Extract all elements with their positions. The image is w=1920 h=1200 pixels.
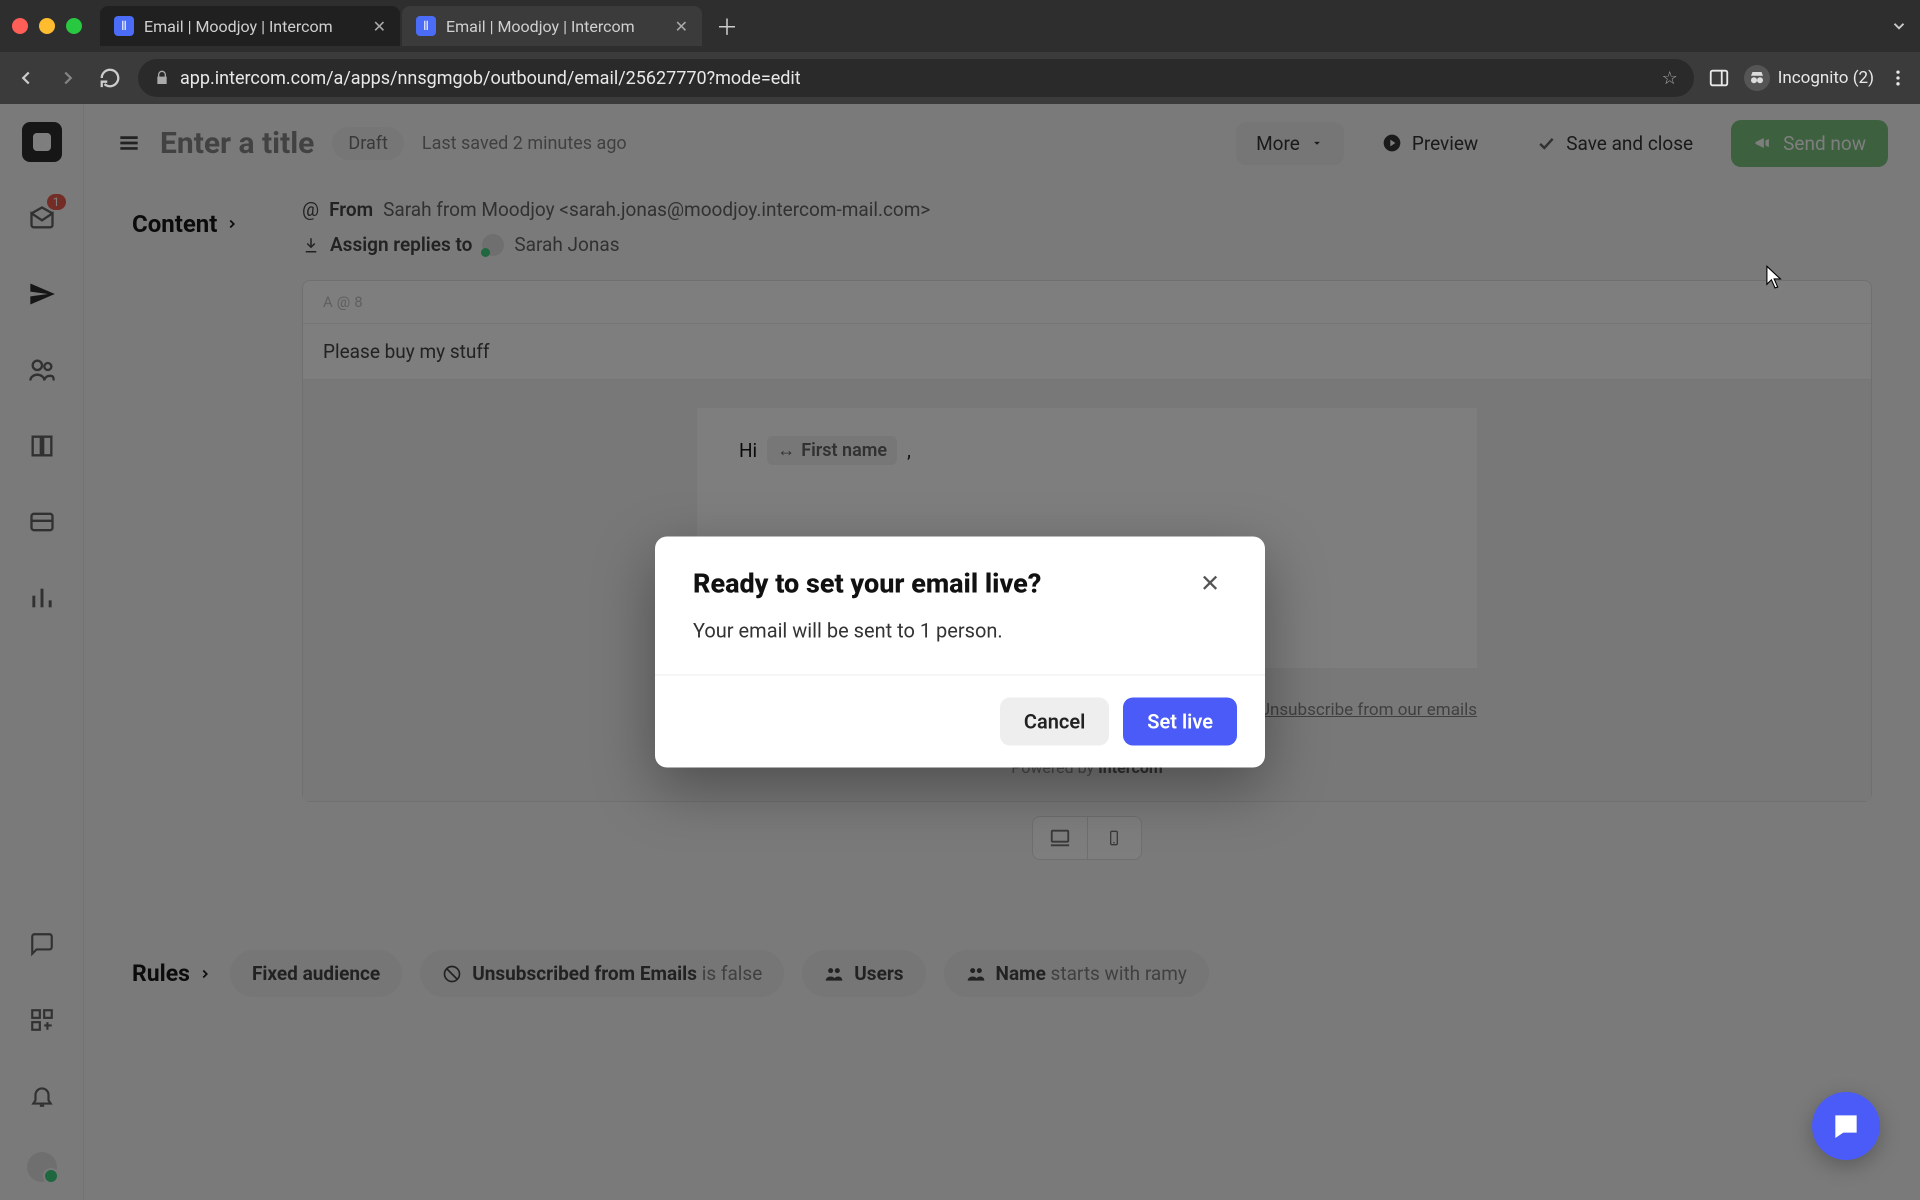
- window-controls: [12, 18, 82, 34]
- window-close-button[interactable]: [12, 18, 28, 34]
- address-bar[interactable]: app.intercom.com/a/apps/nnsgmgob/outboun…: [138, 59, 1694, 97]
- browser-menu-icon[interactable]: [1888, 68, 1908, 88]
- panel-icon[interactable]: [1708, 67, 1730, 89]
- new-tab-button[interactable]: ＋: [716, 10, 738, 42]
- incognito-indicator[interactable]: Incognito (2): [1744, 65, 1874, 91]
- browser-toolbar: app.intercom.com/a/apps/nnsgmgob/outboun…: [0, 52, 1920, 104]
- cancel-button[interactable]: Cancel: [1000, 698, 1109, 746]
- browser-tab-strip: ⦀ Email | Moodjoy | Intercom ✕ ⦀ Email |…: [0, 0, 1920, 52]
- window-zoom-button[interactable]: [66, 18, 82, 34]
- incognito-icon: [1744, 65, 1770, 91]
- modal-close-button[interactable]: ✕: [1193, 567, 1227, 601]
- tab-title: Email | Moodjoy | Intercom: [446, 17, 635, 36]
- tabs-overflow-icon[interactable]: [1890, 17, 1908, 35]
- browser-reload-button[interactable]: [96, 64, 124, 92]
- lock-icon: [154, 70, 170, 86]
- close-tab-icon[interactable]: ✕: [373, 17, 386, 36]
- set-live-modal: Ready to set your email live? ✕ Your ema…: [655, 537, 1265, 768]
- modal-body-text: Your email will be sent to 1 person.: [655, 609, 1265, 675]
- intercom-favicon-icon: ⦀: [416, 16, 436, 36]
- intercom-launcher[interactable]: [1812, 1092, 1880, 1160]
- browser-forward-button[interactable]: [54, 64, 82, 92]
- close-tab-icon[interactable]: ✕: [675, 17, 688, 36]
- url-text: app.intercom.com/a/apps/nnsgmgob/outboun…: [180, 68, 801, 89]
- browser-tab-2[interactable]: ⦀ Email | Moodjoy | Intercom ✕: [402, 6, 702, 46]
- browser-back-button[interactable]: [12, 64, 40, 92]
- bookmark-star-icon[interactable]: ☆: [1662, 68, 1678, 89]
- tab-title: Email | Moodjoy | Intercom: [144, 17, 333, 36]
- set-live-button[interactable]: Set live: [1123, 698, 1237, 746]
- tab-list: ⦀ Email | Moodjoy | Intercom ✕ ⦀ Email |…: [100, 6, 738, 46]
- app-root: 1 Enter a title Draft Last saved 2 minut…: [0, 104, 1920, 1200]
- window-minimize-button[interactable]: [39, 18, 55, 34]
- intercom-icon: [1830, 1110, 1862, 1142]
- intercom-favicon-icon: ⦀: [114, 16, 134, 36]
- incognito-label: Incognito (2): [1778, 68, 1874, 88]
- browser-tab-1[interactable]: ⦀ Email | Moodjoy | Intercom ✕: [100, 6, 400, 46]
- modal-title: Ready to set your email live?: [693, 568, 1041, 600]
